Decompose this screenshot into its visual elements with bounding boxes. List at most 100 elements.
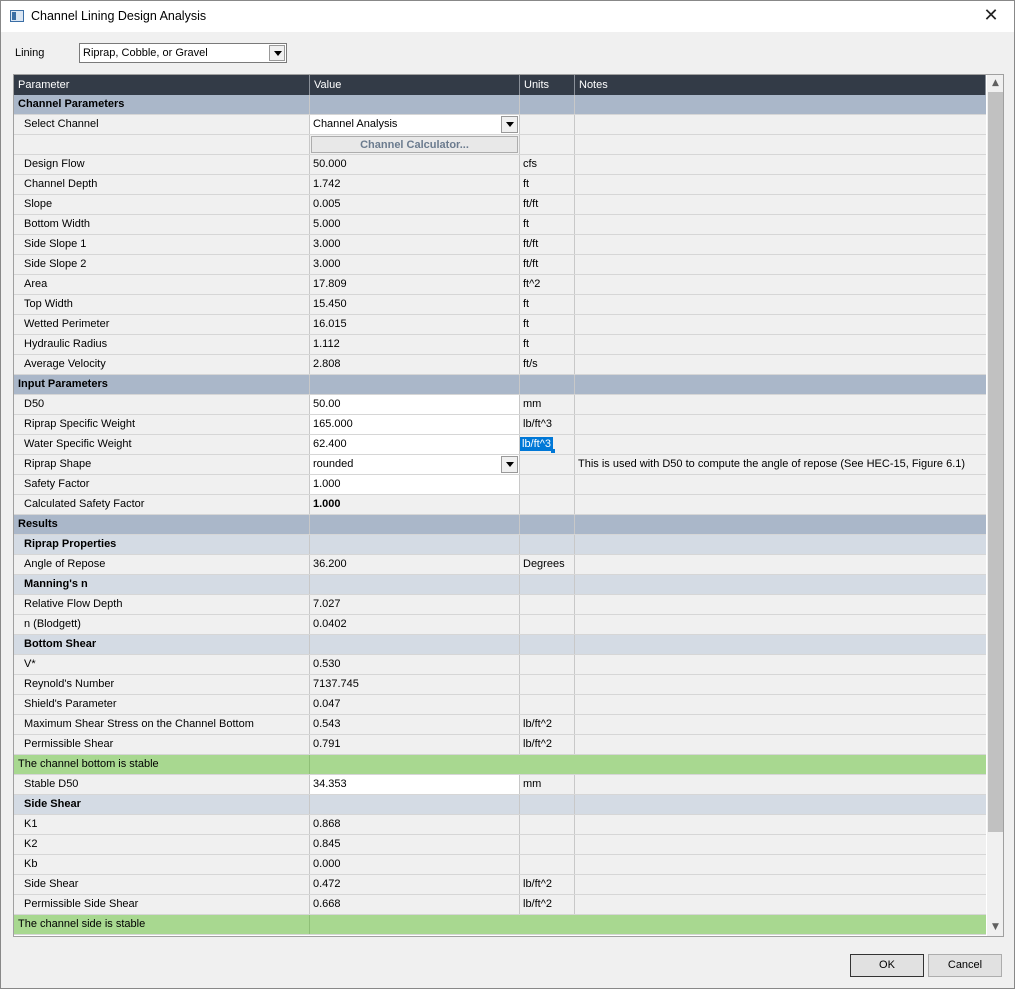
section-input-parameters[interactable]: Input Parameters	[14, 375, 986, 395]
table-row: Side Shear 0.472 lb/ft^2	[14, 875, 986, 895]
side-stable-status: The channel side is stable	[14, 915, 986, 935]
scroll-up-arrow-icon[interactable]: ▲	[987, 75, 1003, 92]
value-cell: 7.027	[310, 595, 520, 614]
param-label: Relative Flow Depth	[14, 595, 310, 614]
lining-label: Lining	[15, 47, 45, 59]
section-results[interactable]: Results	[14, 515, 986, 535]
chevron-down-icon[interactable]	[501, 116, 518, 133]
empty-cell	[520, 495, 575, 514]
cancel-button[interactable]: Cancel	[928, 954, 1002, 977]
row-safety-factor: Safety Factor 1.000	[14, 475, 986, 495]
subsection-riprap-properties[interactable]: Riprap Properties	[14, 535, 986, 555]
units-cell[interactable]: lb/ft^3	[520, 415, 575, 434]
units-cell-selected[interactable]: lb/ft^3	[520, 435, 575, 454]
water-specific-weight-input[interactable]: 62.400	[310, 435, 520, 454]
header-value[interactable]: Value	[310, 75, 520, 95]
value-cell: 0.868	[310, 815, 520, 834]
stable-d50-input[interactable]: 34.353	[310, 775, 520, 794]
d50-input[interactable]: 50.00	[310, 395, 520, 414]
header-units[interactable]: Units	[520, 75, 575, 95]
select-channel-dropdown[interactable]: Channel Analysis	[311, 116, 518, 133]
riprap-shape-dropdown[interactable]: rounded	[311, 456, 518, 473]
close-button[interactable]: ✕	[968, 1, 1014, 32]
empty-cell	[520, 795, 575, 814]
window-title: Channel Lining Design Analysis	[31, 9, 207, 23]
value-cell: 1.112	[310, 335, 520, 354]
param-label: Area	[14, 275, 310, 294]
bottom-stable-status: The channel bottom is stable	[14, 755, 986, 775]
empty-cell	[520, 95, 575, 114]
select-channel-cell[interactable]: Channel Analysis	[310, 115, 520, 134]
empty-cell	[575, 715, 986, 734]
empty-cell	[575, 895, 986, 914]
scrollbar-thumb[interactable]	[988, 92, 1003, 832]
row-angle-of-repose: Angle of Repose 36.200 Degrees	[14, 555, 986, 575]
param-label: Riprap Specific Weight	[14, 415, 310, 434]
empty-cell	[575, 835, 986, 854]
riprap-specific-weight-input[interactable]: 165.000	[310, 415, 520, 434]
riprap-shape-cell[interactable]: rounded	[310, 455, 520, 474]
units-cell[interactable]: mm	[520, 775, 575, 794]
units-cell[interactable]: mm	[520, 395, 575, 414]
param-label: D50	[14, 395, 310, 414]
empty-cell	[310, 535, 520, 554]
chevron-down-icon[interactable]	[269, 45, 285, 61]
subsection-bottom-shear[interactable]: Bottom Shear	[14, 635, 986, 655]
header-parameter[interactable]: Parameter	[14, 75, 310, 95]
param-label: V*	[14, 655, 310, 674]
empty-cell	[575, 175, 986, 194]
value-cell: 0.791	[310, 735, 520, 754]
selected-units-value[interactable]: lb/ft^3	[520, 437, 556, 453]
units-cell: ft/ft	[520, 235, 575, 254]
channel-calculator-button[interactable]: Channel Calculator...	[311, 136, 518, 153]
table-row: Slope 0.005 ft/ft	[14, 195, 986, 215]
empty-cell	[310, 515, 520, 534]
ok-button[interactable]: OK	[850, 954, 924, 977]
value-cell: 16.015	[310, 315, 520, 334]
param-label: Side Shear	[14, 875, 310, 894]
empty-cell	[575, 275, 986, 294]
empty-cell	[310, 95, 520, 114]
table-row: Kb 0.000	[14, 855, 986, 875]
value-cell: 5.000	[310, 215, 520, 234]
subsection-label: Manning's n	[14, 575, 310, 594]
section-channel-parameters[interactable]: Channel Parameters	[14, 95, 986, 115]
subsection-side-shear[interactable]: Side Shear	[14, 795, 986, 815]
empty-cell	[575, 235, 986, 254]
app-icon	[10, 10, 24, 22]
dialog-window: Channel Lining Design Analysis ✕ Lining …	[0, 0, 1015, 989]
empty-cell	[575, 855, 986, 874]
empty-cell	[520, 615, 575, 634]
value-cell: 0.668	[310, 895, 520, 914]
value-cell: 0.845	[310, 835, 520, 854]
empty-cell	[575, 915, 986, 934]
param-label: n (Blodgett)	[14, 615, 310, 634]
empty-cell	[575, 155, 986, 174]
table-row: Design Flow 50.000 cfs	[14, 155, 986, 175]
table-row: Channel Depth 1.742 ft	[14, 175, 986, 195]
param-label: Riprap Shape	[14, 455, 310, 474]
section-label: Results	[14, 515, 310, 534]
scroll-down-arrow-icon[interactable]: ▼	[987, 919, 1003, 936]
empty-cell	[520, 375, 575, 394]
header-notes[interactable]: Notes	[575, 75, 986, 95]
table-row: Area 17.809 ft^2	[14, 275, 986, 295]
value-cell: 0.543	[310, 715, 520, 734]
lining-dropdown[interactable]: Riprap, Cobble, or Gravel	[79, 43, 287, 63]
table-row: Permissible Side Shear 0.668 lb/ft^2	[14, 895, 986, 915]
safety-factor-input[interactable]: 1.000	[310, 475, 520, 494]
value-cell: 15.450	[310, 295, 520, 314]
empty-cell	[520, 595, 575, 614]
section-label: Channel Parameters	[14, 95, 310, 114]
chevron-down-icon[interactable]	[501, 456, 518, 473]
subsection-mannings-n[interactable]: Manning's n	[14, 575, 986, 595]
table-row: Average Velocity 2.808 ft/s	[14, 355, 986, 375]
param-label: Shield's Parameter	[14, 695, 310, 714]
param-label: Hydraulic Radius	[14, 335, 310, 354]
vertical-scrollbar[interactable]: ▲ ▼	[987, 75, 1003, 936]
value-cell: 0.0402	[310, 615, 520, 634]
value-cell: 3.000	[310, 255, 520, 274]
table-row: Side Slope 2 3.000 ft/ft	[14, 255, 986, 275]
units-cell	[520, 695, 575, 714]
empty-cell	[310, 915, 520, 934]
